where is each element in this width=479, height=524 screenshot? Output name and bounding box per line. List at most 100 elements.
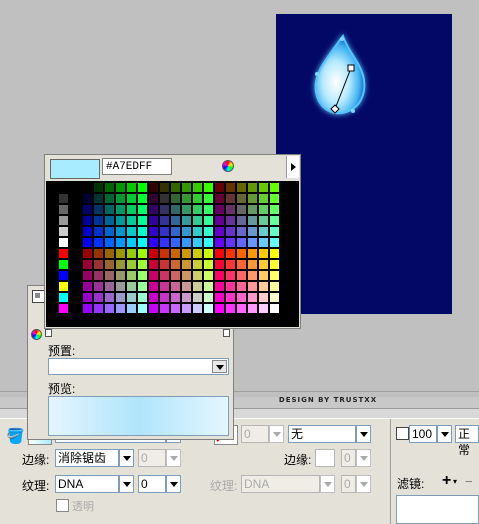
swatch-cell[interactable] (192, 193, 203, 204)
swatch-cell[interactable] (115, 248, 126, 259)
swatch-cell[interactable] (159, 226, 170, 237)
swatch-cell[interactable] (58, 281, 69, 292)
swatch-cell[interactable] (82, 193, 93, 204)
color-wheel-icon[interactable] (222, 160, 234, 172)
swatch-cell[interactable] (236, 193, 247, 204)
swatch-cell[interactable] (126, 193, 137, 204)
swatch-cell[interactable] (225, 193, 236, 204)
swatch-cell[interactable] (258, 281, 269, 292)
swatch-cell[interactable] (159, 204, 170, 215)
swatch-cell[interactable] (104, 204, 115, 215)
swatch-grid[interactable] (46, 181, 299, 327)
swatch-cell[interactable] (170, 303, 181, 314)
swatch-cell[interactable] (170, 292, 181, 303)
swatch-cell[interactable] (148, 270, 159, 281)
swatch-cell[interactable] (192, 248, 203, 259)
swatch-cell[interactable] (192, 281, 203, 292)
swatch-cell[interactable] (58, 226, 69, 237)
panel-menu-arrow-icon[interactable] (286, 156, 299, 178)
swatch-cell[interactable] (247, 182, 258, 193)
add-filter-button[interactable]: + (442, 472, 451, 490)
swatch-cell[interactable] (126, 281, 137, 292)
swatch-cell[interactable] (247, 270, 258, 281)
swatch-cell[interactable] (203, 259, 214, 270)
swatch-cell[interactable] (170, 204, 181, 215)
swatch-cell[interactable] (115, 303, 126, 314)
swatch-cell[interactable] (203, 281, 214, 292)
swatch-cell[interactable] (236, 303, 247, 314)
swatch-cell[interactable] (203, 204, 214, 215)
swatch-cell[interactable] (104, 215, 115, 226)
swatch-cell[interactable] (104, 303, 115, 314)
swatch-cell[interactable] (236, 182, 247, 193)
add-filter-arrow-icon[interactable]: ▾ (453, 477, 457, 486)
swatch-cell[interactable] (181, 215, 192, 226)
swatch-cell[interactable] (93, 193, 104, 204)
swatch-cell[interactable] (236, 292, 247, 303)
swatch-cell[interactable] (225, 226, 236, 237)
swatch-cell[interactable] (104, 259, 115, 270)
swatch-cell[interactable] (104, 193, 115, 204)
swatch-cell[interactable] (58, 193, 69, 204)
swatch-cell[interactable] (258, 204, 269, 215)
swatch-cell[interactable] (126, 226, 137, 237)
water-drop-graphic[interactable] (276, 14, 452, 314)
swatch-cell[interactable] (247, 204, 258, 215)
swatch-cell[interactable] (148, 303, 159, 314)
swatch-cell[interactable] (203, 303, 214, 314)
swatch-cell[interactable] (170, 270, 181, 281)
swatch-cell[interactable] (137, 248, 148, 259)
swatch-cell[interactable] (93, 237, 104, 248)
swatch-cell[interactable] (247, 237, 258, 248)
swatch-cell[interactable] (126, 270, 137, 281)
swatch-cell[interactable] (93, 270, 104, 281)
swatch-cell[interactable] (225, 259, 236, 270)
swatch-cell[interactable] (104, 292, 115, 303)
swatch-cell[interactable] (82, 281, 93, 292)
swatch-cell[interactable] (247, 303, 258, 314)
swatch-cell[interactable] (269, 182, 280, 193)
swatch-cell[interactable] (93, 248, 104, 259)
swatch-cell[interactable] (58, 204, 69, 215)
swatch-cell[interactable] (181, 226, 192, 237)
swatch-cell[interactable] (137, 237, 148, 248)
stroke-style-dropdown[interactable] (356, 425, 371, 443)
swatch-cell[interactable] (203, 226, 214, 237)
swatch-cell[interactable] (203, 248, 214, 259)
edge-dropdown[interactable] (119, 449, 134, 467)
swatch-cell[interactable] (170, 248, 181, 259)
swatch-cell[interactable] (236, 270, 247, 281)
swatch-cell[interactable] (236, 215, 247, 226)
swatch-cell[interactable] (137, 215, 148, 226)
swatch-cell[interactable] (214, 237, 225, 248)
blend-select[interactable]: 正常 (455, 425, 479, 457)
zoom-input[interactable]: 100 (409, 425, 437, 443)
swatch-cell[interactable] (93, 281, 104, 292)
swatch-cell[interactable] (192, 204, 203, 215)
swatch-cell[interactable] (159, 303, 170, 314)
swatch-cell[interactable] (203, 215, 214, 226)
swatch-cell[interactable] (203, 292, 214, 303)
swatch-cell[interactable] (82, 259, 93, 270)
swatch-cell[interactable] (269, 303, 280, 314)
swatch-cell[interactable] (181, 270, 192, 281)
swatch-cell[interactable] (137, 193, 148, 204)
swatch-cell[interactable] (137, 292, 148, 303)
swatch-cell[interactable] (225, 270, 236, 281)
transparent-checkbox[interactable] (56, 499, 69, 512)
texture-dropdown[interactable] (119, 475, 134, 493)
swatch-cell[interactable] (192, 259, 203, 270)
swatch-cell[interactable] (170, 215, 181, 226)
swatch-cell[interactable] (93, 292, 104, 303)
swatch-cell[interactable] (58, 182, 69, 193)
swatch-cell[interactable] (269, 237, 280, 248)
swatch-cell[interactable] (225, 237, 236, 248)
swatch-cell[interactable] (269, 193, 280, 204)
swatch-cell[interactable] (170, 182, 181, 193)
color-wheel-icon[interactable] (31, 329, 42, 340)
swatch-cell[interactable] (104, 281, 115, 292)
swatch-cell[interactable] (159, 281, 170, 292)
swatch-cell[interactable] (93, 303, 104, 314)
swatch-cell[interactable] (58, 259, 69, 270)
swatch-cell[interactable] (137, 182, 148, 193)
